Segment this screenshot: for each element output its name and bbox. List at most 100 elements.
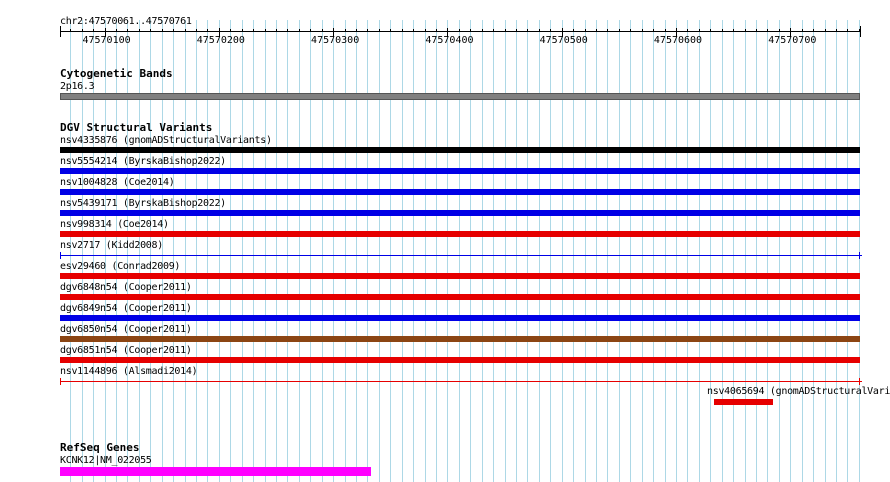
genome-browser-view: chr2:47570061..47570761 47570100 47570200… (0, 0, 890, 482)
dgv-variant-bar[interactable] (60, 255, 862, 256)
dgv-variant-label: nsv5439171 (ByrskaBishop2022) (60, 198, 226, 209)
ruler-tick (356, 29, 357, 32)
ruler-tick (745, 29, 746, 32)
ruler-end-cap (60, 26, 61, 37)
ruler-tick (185, 29, 186, 32)
dgv-variant-bar[interactable] (60, 315, 860, 321)
dgv-variant-label: nsv1004828 (Coe2014) (60, 177, 175, 188)
ruler-tick (767, 29, 768, 32)
ruler-tick (596, 29, 597, 32)
dgv-variant-bar[interactable] (60, 147, 860, 153)
dgv-track-title: DGV Structural Variants (60, 121, 213, 134)
ruler-tick-label: 47570400 (425, 35, 474, 46)
ruler-tick-label: 47570200 (196, 35, 245, 46)
ruler-tick (379, 29, 380, 32)
dgv-variant-bar[interactable] (60, 336, 860, 342)
ruler-tick (470, 29, 471, 32)
dgv-variant-bar[interactable] (60, 231, 860, 237)
ruler-tick (493, 29, 494, 32)
dgv-variant-bar[interactable] (60, 189, 860, 195)
ruler-tick-label: 47570300 (311, 35, 360, 46)
ruler-tick (722, 29, 723, 32)
ruler-tick (196, 29, 197, 32)
location-label: chr2:47570061..47570761 (60, 16, 192, 27)
ruler-tick (70, 29, 71, 32)
ruler-tick (847, 29, 848, 32)
dgv-variant-label: dgv6851n54 (Cooper2011) (60, 345, 192, 356)
ruler-tick (607, 29, 608, 32)
ruler-tick (402, 29, 403, 32)
dgv-variant-label: nsv4335876 (gnomADStructuralVariants) (60, 135, 272, 146)
ruler-tick-label: 47570600 (653, 35, 703, 46)
ruler-tick (459, 29, 460, 32)
ruler-tick (802, 29, 803, 32)
ruler-tick (139, 29, 140, 32)
dgv-variant-label: nsv5554214 (ByrskaBishop2022) (60, 156, 226, 167)
ruler-tick (345, 29, 346, 32)
ruler-tick (573, 29, 574, 32)
dgv-variant-bar[interactable] (60, 381, 862, 382)
ruler-tick (539, 29, 540, 32)
ruler-tick-label: 47570500 (539, 35, 588, 46)
ruler-tick (93, 29, 94, 32)
dgv-variant-bar[interactable] (60, 294, 860, 300)
dgv-variant-bar[interactable] (60, 273, 860, 279)
ruler-tick (630, 29, 631, 32)
ruler-tick-label: 47570700 (768, 35, 817, 46)
ruler-tick (687, 29, 688, 32)
ruler-tick (162, 29, 163, 32)
ruler-tick (710, 29, 711, 32)
dgv-variant-label: dgv6849n54 (Cooper2011) (60, 303, 192, 314)
cytoband-bar[interactable] (60, 93, 860, 100)
dgv-variant-label: esv29460 (Conrad2009) (60, 261, 181, 272)
ruler-tick (425, 29, 426, 32)
ruler-tick (276, 29, 277, 32)
ruler-tick (813, 29, 814, 32)
ruler-tick (756, 29, 757, 32)
ruler-tick (287, 29, 288, 32)
dgv-variant-label: nsv4065694 (gnomADStructuralVariants) (707, 386, 890, 397)
ruler-tick (505, 29, 506, 32)
ruler-tick (550, 29, 551, 32)
dgv-variant-bar[interactable] (714, 399, 773, 405)
ruler-tick (116, 29, 117, 32)
dgv-variant-label: nsv1144896 (Alsmadi2014) (60, 366, 198, 377)
ruler-tick (265, 29, 266, 32)
ruler-tick (127, 29, 128, 32)
ruler-line (60, 31, 860, 32)
ruler-tick (310, 29, 311, 32)
ruler-tick (733, 29, 734, 32)
ruler-tick (825, 29, 826, 32)
ruler-tick (779, 29, 780, 32)
dgv-variant-bar[interactable] (60, 357, 860, 363)
dgv-variant-bar[interactable] (60, 168, 860, 174)
ruler-tick (322, 29, 323, 32)
ruler-tick (516, 29, 517, 32)
ruler-end-cap (860, 26, 861, 37)
ruler-tick (173, 29, 174, 32)
dgv-variant-label: nsv2717 (Kidd2008) (60, 240, 163, 251)
ruler-tick (482, 29, 483, 32)
ruler-tick (699, 29, 700, 32)
ruler-tick (299, 29, 300, 32)
ruler-tick (253, 29, 254, 32)
dgv-variant-label: nsv998314 (Coe2014) (60, 219, 169, 230)
ruler-tick (585, 29, 586, 32)
cytoband-label: 2p16.3 (60, 81, 95, 92)
dgv-variant-label: dgv6850n54 (Cooper2011) (60, 324, 192, 335)
ruler-tick (653, 29, 654, 32)
ruler-tick (413, 29, 414, 32)
ruler-tick (230, 29, 231, 32)
dgv-variant-label: dgv6848n54 (Cooper2011) (60, 282, 192, 293)
ruler-tick (390, 29, 391, 32)
ruler-tick (82, 29, 83, 32)
ruler-tick (527, 29, 528, 32)
dgv-variant-bar[interactable] (60, 210, 860, 216)
ruler-tick (665, 29, 666, 32)
ruler-tick (367, 29, 368, 32)
ruler-tick (242, 29, 243, 32)
refseq-gene-label: KCNK12|NM_022055 (60, 455, 152, 466)
ruler-tick (642, 29, 643, 32)
refseq-gene-bar[interactable] (60, 467, 371, 476)
ruler-tick (836, 29, 837, 32)
